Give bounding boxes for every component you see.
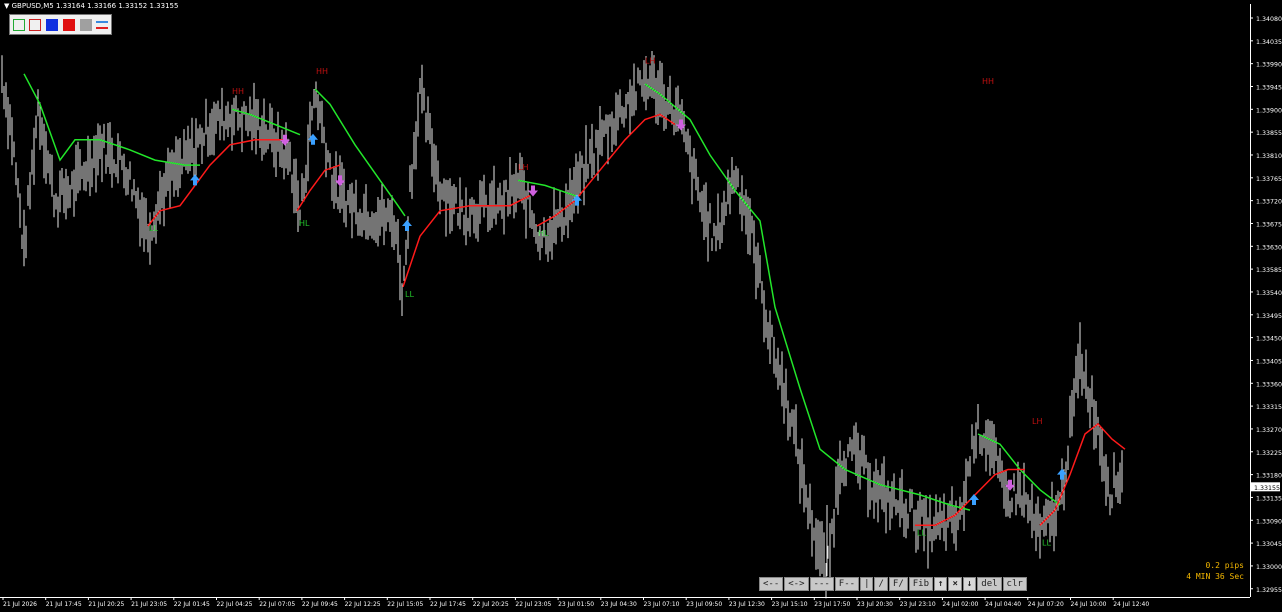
collapse-arrow-icon[interactable]: ▼ [4,2,9,10]
vline-button[interactable]: | [860,577,874,591]
price-tick-label: 1.33090 [1256,518,1282,525]
price-tick-label: 1.33180 [1256,473,1282,480]
current-price-label: 1.33155 [1254,485,1280,492]
price-tick-label: 1.33900 [1256,107,1282,114]
price-tick-label: 1.33630 [1256,244,1282,251]
price-tick-label: 1.33315 [1256,404,1282,411]
time-tick-label: 23 Jul 17:50 [814,601,850,608]
time-tick-label: 21 Jul 2026 [3,601,37,608]
time-tick-label: 23 Jul 23:10 [900,601,936,608]
time-tick-label: 21 Jul 17:45 [46,601,82,608]
spread-readout: 0.2 pips [1205,561,1244,570]
price-tick-label: 1.33765 [1256,176,1282,183]
swing-label: HH [982,77,994,86]
price-tick-label: 1.33810 [1256,153,1282,160]
swing-label: LL [149,224,158,233]
swing-label: LH [645,57,655,66]
time-tick-label: 22 Jul 23:05 [515,601,551,608]
buy-arrow-icon [969,493,979,505]
chart-symbol-title: ▼ GBPUSD,M5 1.33164 1.33166 1.33152 1.33… [4,2,179,10]
blue-swatch[interactable] [46,19,58,31]
time-tick-label: 22 Jul 15:05 [387,601,423,608]
drawing-toolbar: <-- <-> --- F-- | / F/Fib ↑ × ↓ del clr [759,577,1027,591]
lower-trend-line [1039,422,1126,526]
upper-trend-line [644,83,971,511]
time-tick-label: 23 Jul 20:30 [857,601,893,608]
price-tick-label: 1.33360 [1256,381,1282,388]
red-rect-swatch[interactable] [29,19,41,31]
price-tick-label: 1.33450 [1256,336,1282,343]
swing-label: LL [405,290,414,299]
buy-arrow-icon [190,174,200,186]
time-tick-label: 23 Jul 07:10 [644,601,680,608]
swing-label: HH [316,67,328,76]
fline-button[interactable]: F-- [834,577,860,591]
time-tick-label: 23 Jul 09:50 [686,601,722,608]
price-tick-label: 1.33855 [1256,130,1282,137]
price-tick-label: 1.33990 [1256,62,1282,69]
green-rect-swatch[interactable] [13,19,25,31]
price-tick-label: 1.33585 [1256,267,1282,274]
time-tick-label: 21 Jul 20:25 [88,601,124,608]
time-tick-label: 24 Jul 10:00 [1071,601,1107,608]
arrow-down-button[interactable]: ↓ [962,577,977,591]
sell-arrow-icon [528,185,538,197]
time-tick-label: 24 Jul 12:40 [1113,601,1149,608]
swing-label: LH [1032,417,1042,426]
trendline-button[interactable]: / [874,577,888,591]
time-tick-label: 22 Jul 12:25 [345,601,381,608]
swing-label: HH [232,87,244,96]
delete-x-button[interactable]: × [948,577,962,591]
fib-button[interactable]: Fib [908,577,934,591]
swing-label: LH [518,163,528,172]
price-tick-label: 1.33045 [1256,541,1282,548]
scroll-left-button[interactable]: <-- [759,577,784,591]
arrow-up-button[interactable]: ↑ [934,577,948,591]
time-tick-label: 22 Jul 17:45 [430,601,466,608]
price-tick-label: 1.32955 [1256,587,1282,594]
scroll-both-button[interactable]: <-> [784,577,809,591]
swing-label: HL [299,219,310,228]
price-tick-label: 1.33495 [1256,313,1282,320]
gray-swatch[interactable] [80,19,92,31]
swing-label: LL [1042,539,1051,548]
time-tick-label: 24 Jul 07:20 [1028,601,1064,608]
time-tick-label: 24 Jul 04:40 [985,601,1021,608]
clr-button[interactable]: clr [1002,577,1027,591]
time-tick-label: 23 Jul 04:30 [601,601,637,608]
time-tick-label: 22 Jul 09:45 [302,601,338,608]
swing-label: HL [538,229,549,238]
price-tick-label: 1.33540 [1256,290,1282,297]
price-tick-label: 1.33135 [1256,495,1282,502]
time-tick-label: 21 Jul 23:05 [131,601,167,608]
time-tick-label: 22 Jul 04:25 [217,601,253,608]
time-tick-label: 23 Jul 01:50 [558,601,594,608]
ftrend-button[interactable]: F/ [888,577,908,591]
price-tick-label: 1.33720 [1256,199,1282,206]
chart-area[interactable]: HH HH LH LL HL LL LH HL HH LL LL LH 1.34080 1.34035 1.… [0,0,1282,612]
price-tick-label: 1.33945 [1256,85,1282,92]
time-tick-label: 22 Jul 20:25 [473,601,509,608]
time-tick-label: 24 Jul 02:00 [942,601,978,608]
blue-red-line-swatch[interactable] [96,19,108,31]
time-tick-label: 22 Jul 07:05 [259,601,295,608]
price-tick-label: 1.34035 [1256,39,1282,46]
price-tick-label: 1.33405 [1256,358,1282,365]
time-tick-label: 22 Jul 01:45 [174,601,210,608]
color-toolbar [9,14,112,35]
time-tick-label: 23 Jul 12:30 [729,601,765,608]
price-tick-label: 1.33675 [1256,222,1282,229]
bar-countdown: 4 MIN 36 Sec [1186,572,1244,581]
red-swatch[interactable] [63,19,75,31]
buy-arrow-icon [402,220,412,232]
price-tick-label: 1.33000 [1256,564,1282,571]
price-tick-label: 1.33270 [1256,427,1282,434]
del-button[interactable]: del [977,577,1002,591]
swing-label: LL [917,529,926,538]
time-tick-label: 23 Jul 15:10 [772,601,808,608]
price-tick-label: 1.33225 [1256,450,1282,457]
price-tick-label: 1.34080 [1256,16,1282,23]
hline-button[interactable]: --- [809,577,834,591]
